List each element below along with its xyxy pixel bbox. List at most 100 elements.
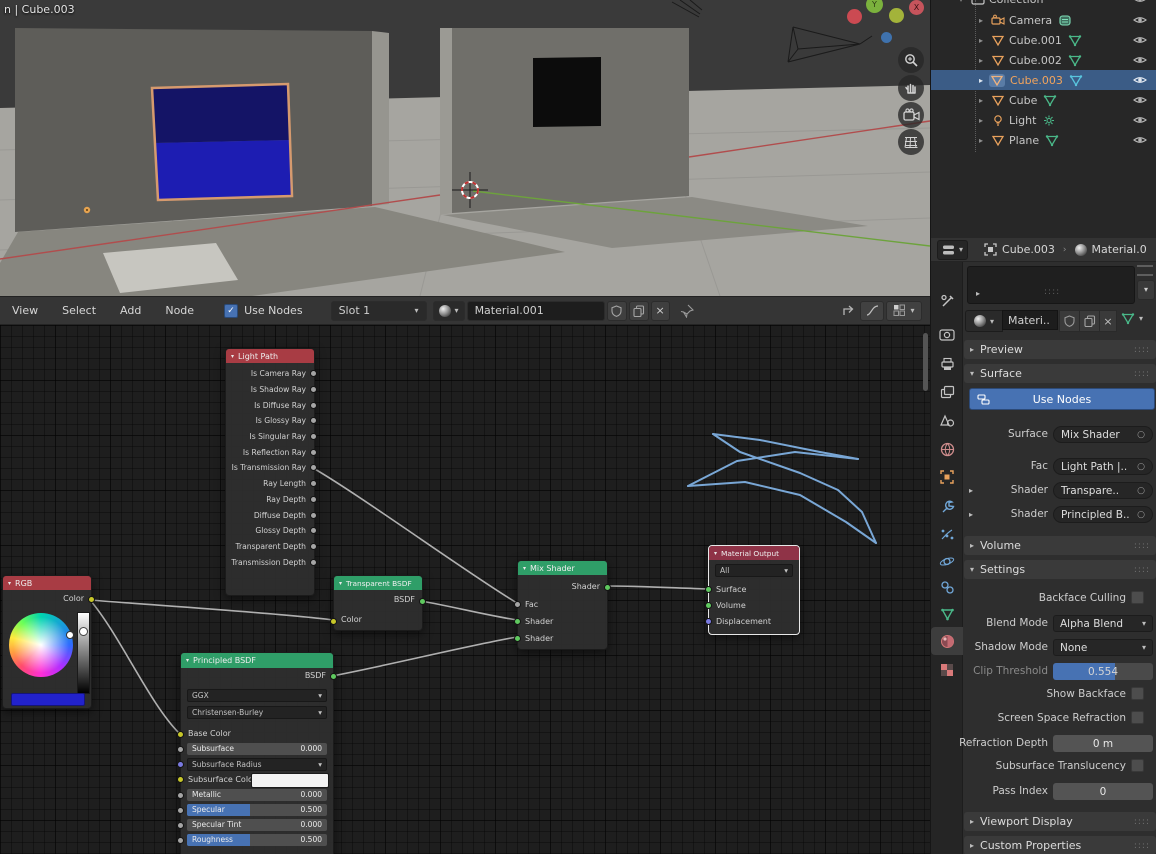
node-mix-header[interactable]: ▾ Mix Shader <box>518 561 607 575</box>
node-principled-bsdf[interactable]: ▾ Principled BSDF BSDF GGX ▾ Christensen-B… <box>177 652 337 854</box>
tab-view-layer[interactable] <box>931 378 963 406</box>
socket-metallic[interactable] <box>177 792 184 799</box>
disclosure-icon[interactable]: ▸ <box>976 289 980 298</box>
node-transparent-bsdf[interactable]: ▾ Transparent BSDF BSDF Color <box>330 575 426 631</box>
socket-fac-in[interactable] <box>514 601 521 608</box>
distribution-dropdown[interactable]: GGX ▾ <box>187 689 327 702</box>
panel-custom-properties[interactable]: ▸ Custom Properties:::: <box>964 836 1156 854</box>
gizmo-x-ball[interactable]: X <box>909 0 924 15</box>
mesh-data-icon[interactable] <box>1045 134 1059 147</box>
panel-surface[interactable]: ▾ Surface:::: <box>964 364 1156 383</box>
disclosure-icon[interactable]: ▸ <box>979 116 989 125</box>
eye-icon[interactable] <box>1133 75 1147 85</box>
ortho-grid-button[interactable] <box>898 129 924 155</box>
mesh-data-icon[interactable] <box>1069 74 1083 87</box>
node-rgb[interactable]: ▾ RGB Color <box>2 575 95 709</box>
collapse-icon[interactable]: ▾ <box>714 550 717 557</box>
output-target-dropdown[interactable]: All ▾ <box>715 564 793 577</box>
eye-icon[interactable] <box>1133 0 1147 4</box>
mesh-data-icon[interactable] <box>1068 34 1082 47</box>
tab-material-selected[interactable] <box>931 627 963 655</box>
use-nodes-checkbox[interactable]: ✓ <box>224 303 239 318</box>
viewport-3d[interactable]: n | Cube.003 Y X <box>0 0 930 296</box>
socket-bsdf-out[interactable] <box>330 673 337 680</box>
outliner-row-cube002[interactable]: ▸ Cube.002 <box>931 50 1156 70</box>
socket-surface-in[interactable] <box>705 586 712 593</box>
snap-button[interactable]: ▾ <box>886 300 922 321</box>
eye-icon[interactable] <box>1133 55 1147 65</box>
node-output-header[interactable]: ▾ Material Output <box>709 546 799 560</box>
socket-volume-in[interactable] <box>705 602 712 609</box>
pin-icon[interactable] <box>680 304 694 318</box>
panel-grip-icon[interactable]: :::: <box>1134 345 1150 355</box>
panel-volume[interactable]: ▸ Volume:::: <box>964 536 1156 555</box>
socket-specular-tint[interactable] <box>177 822 184 829</box>
panel-grip-icon[interactable]: :::: <box>1134 817 1150 827</box>
go-to-parent-button[interactable] <box>838 302 858 320</box>
outliner-row-cube[interactable]: ▸ Cube <box>931 90 1156 110</box>
collapse-icon[interactable]: ▾ <box>339 580 342 587</box>
fac-value-widget[interactable]: Light Path |.. ○ <box>1053 458 1153 475</box>
properties-context-button[interactable]: ▾ <box>937 239 969 260</box>
list-grip[interactable]: :::: <box>1044 287 1060 297</box>
panel-viewport-display[interactable]: ▸ Viewport Display:::: <box>964 812 1156 831</box>
tab-tool[interactable] <box>931 287 963 315</box>
outliner-row-plane[interactable]: ▸ Plane <box>931 130 1156 150</box>
output-socket-row[interactable]: Is Camera Ray <box>226 366 317 382</box>
collapse-icon[interactable]: ▾ <box>186 657 189 664</box>
panel-settings[interactable]: ▾ Settings:::: <box>964 560 1156 579</box>
specular-slider[interactable]: Specular 0.500 <box>187 804 327 816</box>
subsurface-radius-dropdown[interactable]: Subsurface Radius ▾ <box>187 758 327 771</box>
tab-texture[interactable] <box>931 656 963 684</box>
output-socket-row[interactable]: Is Glossy Ray <box>226 413 317 429</box>
tab-object[interactable] <box>931 463 963 491</box>
slot-specials-button[interactable]: ▾ <box>1137 280 1155 300</box>
refraction-depth-field[interactable]: 0 m <box>1053 735 1153 752</box>
disclosure-icon[interactable]: ▸ <box>979 36 989 45</box>
subsurface-translucency-checkbox[interactable] <box>1131 759 1144 772</box>
fake-user-button[interactable] <box>606 300 627 321</box>
value-slider-handle[interactable] <box>79 627 88 636</box>
disclosure-icon[interactable]: ▸ <box>969 486 973 495</box>
disclosure-icon[interactable]: ▸ <box>969 510 973 519</box>
shader1-value-widget[interactable]: Transpare.. ○ <box>1053 482 1153 499</box>
gizmo-y-ball[interactable]: Y <box>866 0 883 13</box>
gizmo-z-ball[interactable] <box>881 32 892 43</box>
collapse-icon[interactable]: ▾ <box>523 565 526 572</box>
zoom-tool-button[interactable] <box>898 47 924 73</box>
node-transparent-header[interactable]: ▾ Transparent BSDF <box>334 576 422 590</box>
proportional-edit-button[interactable] <box>860 300 884 321</box>
subsurface-method-dropdown[interactable]: Christensen-Burley ▾ <box>187 706 327 719</box>
output-socket-row[interactable]: Is Diffuse Ray <box>226 397 317 413</box>
shader-node-canvas[interactable]: ▾ Light Path Is Camera Ray Is Shadow Ray … <box>0 325 930 854</box>
eye-icon[interactable] <box>1133 35 1147 45</box>
socket-bsdf-out[interactable] <box>419 598 426 605</box>
specular-tint-slider[interactable]: Specular Tint 0.000 <box>187 819 327 831</box>
show-backface-checkbox[interactable] <box>1131 687 1144 700</box>
panel-preview[interactable]: ▸ Preview:::: <box>964 340 1156 359</box>
node-light-path-header[interactable]: ▾ Light Path <box>226 349 314 363</box>
socket-subsurface-radius[interactable] <box>177 761 184 768</box>
mesh-data-icon[interactable] <box>1068 54 1082 67</box>
outliner-row-light[interactable]: ▸ Light <box>931 110 1156 130</box>
output-socket-row[interactable]: Glossy Depth <box>226 523 317 539</box>
socket-specular[interactable] <box>177 807 184 814</box>
rgb-color-swatch[interactable] <box>11 693 85 706</box>
pass-index-field[interactable]: 0 <box>1053 783 1153 800</box>
socket-displacement-in[interactable] <box>705 618 712 625</box>
material-browser-button[interactable]: ▾ <box>432 300 465 321</box>
tab-world[interactable] <box>931 435 963 463</box>
breadcrumb-object-name[interactable]: Cube.003 <box>1002 243 1055 256</box>
panel-grip-icon[interactable]: :::: <box>1134 565 1150 575</box>
shader2-value-widget[interactable]: Principled B.. ○ <box>1053 506 1153 523</box>
output-socket-row[interactable]: Is Singular Ray <box>226 429 317 445</box>
socket-base-color[interactable] <box>177 731 184 738</box>
tab-output[interactable] <box>931 350 963 378</box>
gizmo-axis-ball[interactable] <box>847 9 862 24</box>
breadcrumb-material-name[interactable]: Material.0 <box>1092 243 1147 256</box>
subsurface-slider[interactable]: Subsurface 0.000 <box>187 743 327 755</box>
camera-view-button[interactable] <box>898 102 924 128</box>
socket-subsurface-color[interactable] <box>177 776 184 783</box>
material-name-field[interactable]: Material.001 <box>466 300 605 321</box>
copy-material-button[interactable] <box>628 300 649 321</box>
